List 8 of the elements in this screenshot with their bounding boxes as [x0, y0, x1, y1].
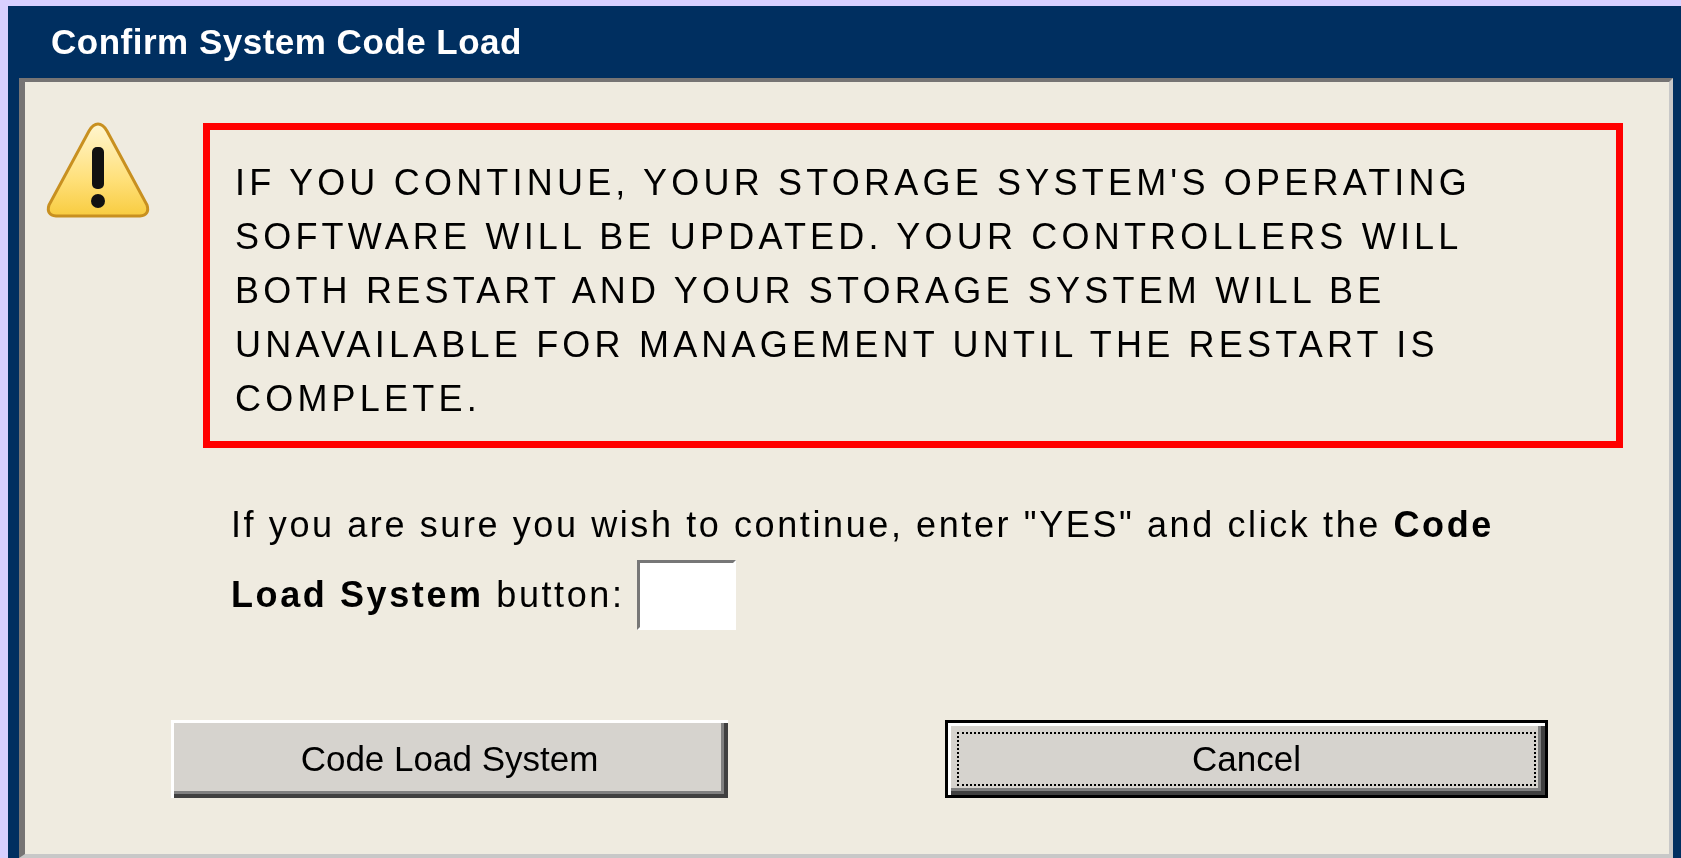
dialog-button[interactable]: Code Load System [171, 720, 728, 798]
dialog-button[interactable]: Cancel [945, 720, 1548, 798]
prompt-text: If you are sure you wish to continue, enter "YES" and click the Code [231, 503, 1494, 547]
prompt-text: Load System button: [231, 573, 625, 617]
window-title: Confirm System Code Load [51, 22, 522, 62]
warning-icon [45, 121, 151, 219]
answer-field[interactable] [636, 560, 736, 630]
warning-text: IF YOU CONTINUE, YOUR STORAGE SYSTEM'S OPERATING SOFTWARE WILL BE UPDATED. YOUR CONTROLLERS WILL BOTH RESTART AND YOUR STORAGE SYSTEM WILL BE UNAVAILABLE FOR MANAGEMENT UNTIL THE RESTART IS COMPLETE. [235, 161, 1472, 421]
